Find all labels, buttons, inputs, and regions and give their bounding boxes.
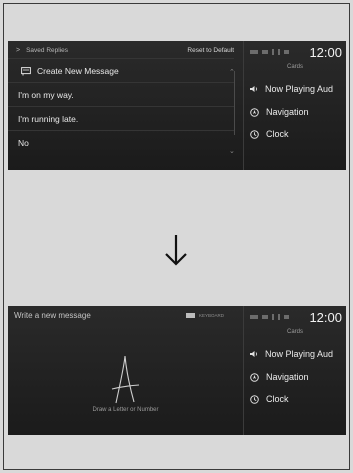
saved-reply-item[interactable]: No — [8, 130, 234, 155]
status-bar: 12:00 — [250, 309, 342, 325]
down-arrow-icon — [165, 235, 187, 266]
saved-replies-screen: > Saved Replies Reset to Default Create … — [8, 41, 346, 170]
card-navigation[interactable]: Navigation — [250, 103, 346, 121]
handwriting-pad[interactable] — [8, 322, 243, 435]
status-icons — [250, 49, 289, 55]
saved-reply-label: I'm on my way. — [18, 90, 74, 100]
saved-reply-item[interactable]: I'm on my way. — [8, 82, 234, 107]
signal-icon — [262, 50, 268, 54]
create-new-message-label: Create New Message — [37, 66, 119, 76]
cards-label: Cards — [286, 64, 303, 70]
card-label: Now Playing Aud — [265, 84, 334, 94]
handwriting-screen: Write a new message KEYBOARD Draw a Lett… — [8, 306, 346, 435]
reset-to-default-button[interactable]: Reset to Default — [187, 47, 234, 54]
card-now-playing[interactable]: Now Playing Aud — [250, 80, 346, 98]
saved-reply-label: I'm running late. — [18, 114, 79, 124]
speaker-icon — [250, 351, 258, 357]
card-now-playing[interactable]: Now Playing Aud — [250, 345, 346, 363]
saved-replies-header: > Saved Replies Reset to Default — [8, 41, 243, 59]
card-label: Clock — [266, 394, 289, 404]
clock-readout: 12:00 — [309, 309, 342, 325]
clock-readout: 12:00 — [309, 44, 342, 60]
navigation-icon — [250, 107, 259, 117]
drawn-letter — [111, 355, 140, 404]
card-navigation[interactable]: Navigation — [250, 368, 346, 386]
card-clock[interactable]: Clock — [250, 125, 346, 143]
bluetooth-icon — [272, 314, 274, 320]
card-label: Now Playing Aud — [265, 349, 334, 359]
volume-icon — [284, 50, 289, 54]
back-chevron-icon[interactable]: > — [16, 47, 20, 54]
write-message-title: Write a new message — [14, 311, 91, 320]
cards-panel: 12:00 Cards Now Playing Aud Navigation C… — [243, 306, 346, 435]
saved-replies-title: Saved Replies — [26, 46, 69, 54]
battery-icon — [250, 50, 258, 54]
card-label: Navigation — [266, 107, 309, 117]
status-bar: 12:00 — [250, 44, 342, 60]
keyboard-icon — [186, 313, 195, 318]
create-new-message-item[interactable]: Create New Message — [8, 58, 234, 83]
draw-hint: Draw a Letter or Number — [92, 407, 159, 413]
keyboard-button[interactable]: KEYBOARD — [186, 313, 224, 318]
speaker-icon — [250, 86, 258, 92]
card-label: Clock — [266, 129, 289, 139]
volume-icon — [284, 315, 289, 319]
cards-panel: 12:00 Cards Now Playing Aud Navigation C… — [243, 41, 346, 170]
saved-reply-label: No — [18, 138, 29, 148]
card-label: Navigation — [266, 372, 309, 382]
clock-icon — [250, 129, 259, 139]
card-clock[interactable]: Clock — [250, 390, 346, 408]
usb-icon — [278, 49, 280, 55]
keyboard-label: KEYBOARD — [199, 313, 225, 318]
scroll-down-icon[interactable]: ⌄ — [229, 147, 235, 155]
message-icon — [21, 66, 31, 75]
saved-reply-item[interactable]: I'm running late. — [8, 106, 234, 131]
bluetooth-icon — [272, 49, 274, 55]
battery-icon — [250, 315, 258, 319]
cards-label: Cards — [286, 329, 303, 335]
scrollbar[interactable] — [234, 71, 235, 135]
usb-icon — [278, 314, 280, 320]
status-icons — [250, 314, 289, 320]
signal-icon — [262, 315, 268, 319]
clock-icon — [250, 394, 259, 404]
navigation-icon — [250, 372, 259, 382]
